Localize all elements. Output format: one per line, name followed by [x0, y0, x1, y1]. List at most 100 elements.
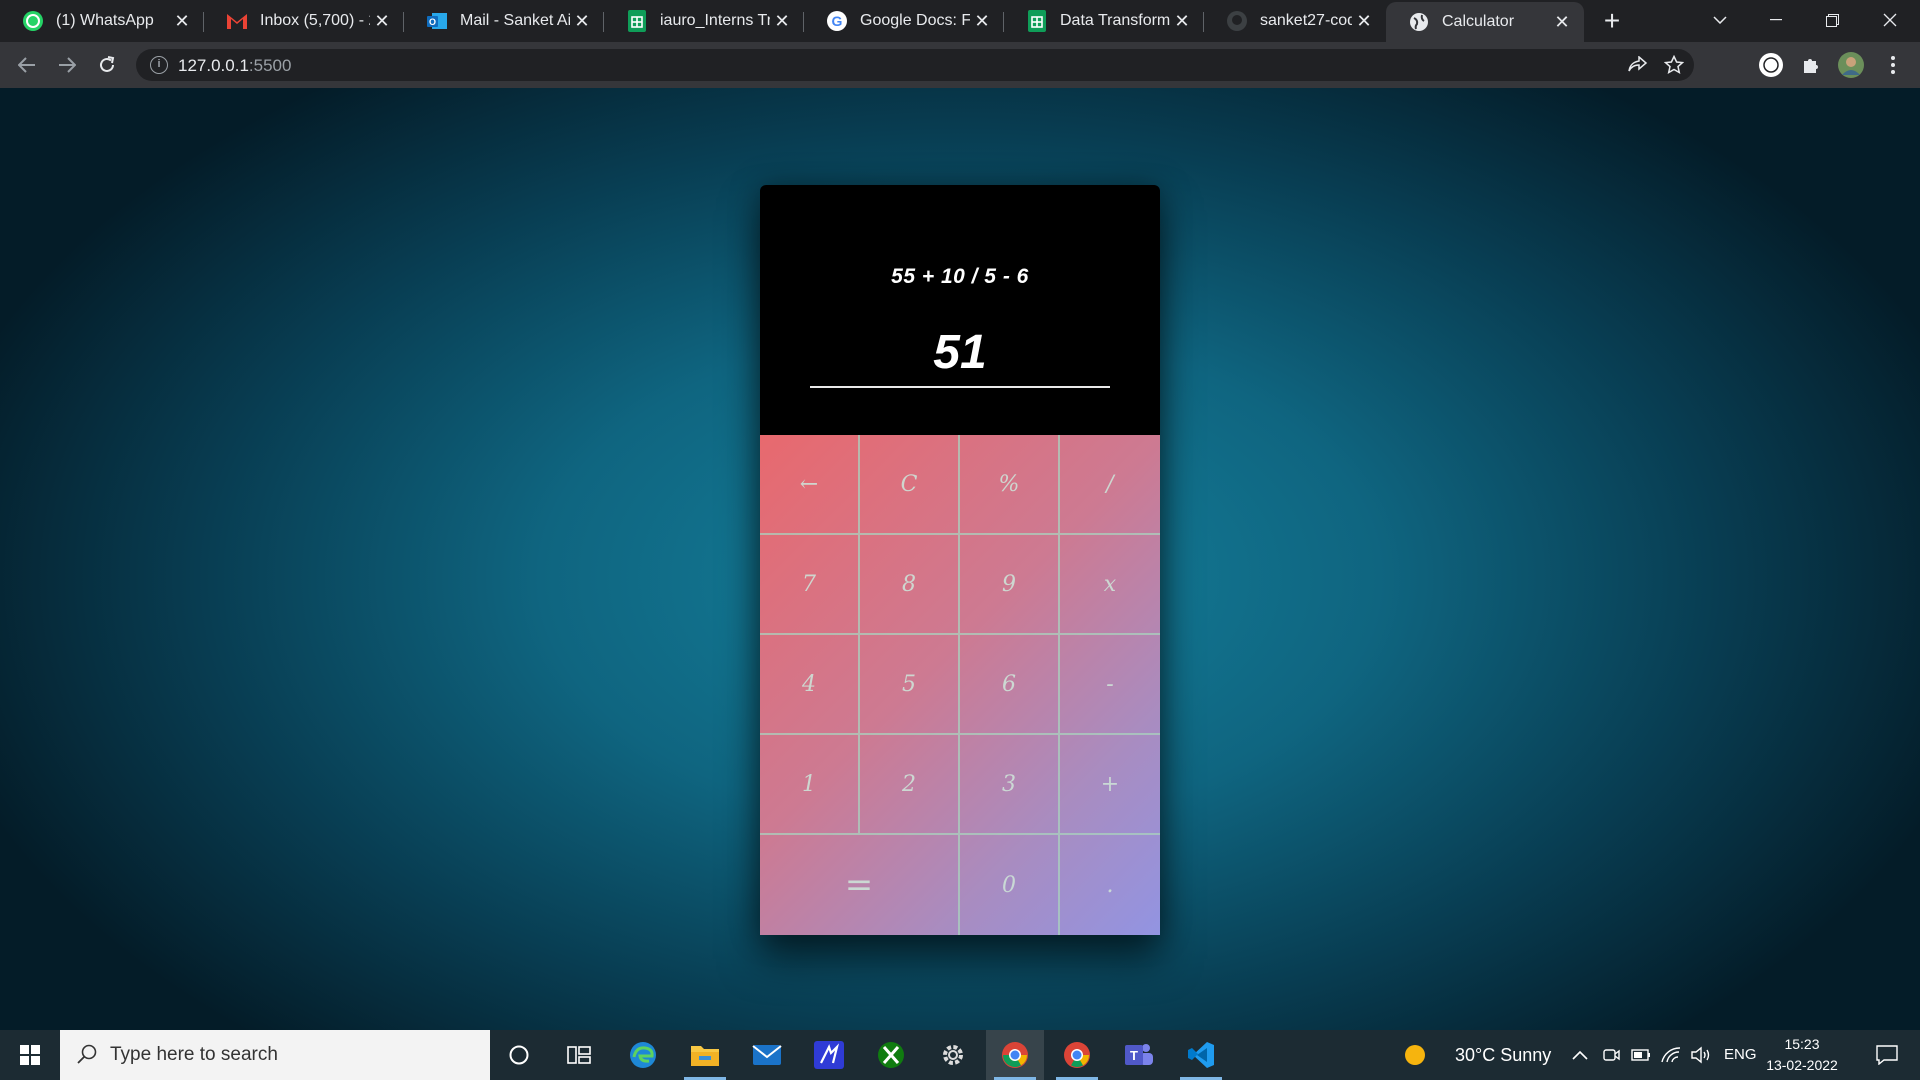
- chevron-up-icon[interactable]: [1567, 1030, 1593, 1080]
- browser-menu-icon[interactable]: [1878, 50, 1908, 80]
- digit-9-button[interactable]: 9: [960, 535, 1060, 635]
- close-icon[interactable]: ✕: [770, 9, 794, 33]
- taskbar-search-box[interactable]: Type here to search: [60, 1030, 490, 1080]
- tab-data-transformation[interactable]: Data Transformat ✕: [1004, 0, 1204, 42]
- tab-title: sanket27-code/ia: [1260, 12, 1352, 29]
- percent-button[interactable]: %: [960, 435, 1060, 535]
- close-icon[interactable]: ✕: [570, 9, 594, 33]
- tab-title: Google Docs: Fre: [860, 12, 970, 29]
- close-icon[interactable]: ✕: [970, 9, 994, 33]
- sheets-icon: [1026, 10, 1048, 32]
- close-icon[interactable]: ✕: [170, 9, 194, 33]
- digit-0-button[interactable]: 0: [960, 835, 1060, 935]
- svg-text:O: O: [429, 17, 436, 27]
- digit-3-button[interactable]: 3: [960, 735, 1060, 835]
- bookmark-star-icon[interactable]: [1662, 53, 1686, 77]
- windows-logo-icon: [20, 1045, 40, 1065]
- result-underline: [810, 386, 1110, 388]
- whatsapp-icon: [22, 10, 44, 32]
- digit-2-button[interactable]: 2: [860, 735, 960, 835]
- clock-date: 13-02-2022: [1766, 1057, 1838, 1073]
- tab-github[interactable]: sanket27-code/ia ✕: [1204, 0, 1386, 42]
- close-icon[interactable]: ✕: [370, 9, 394, 33]
- tab-title: Data Transformat: [1060, 12, 1170, 29]
- subtract-button[interactable]: -: [1060, 635, 1160, 735]
- weather-sun-icon[interactable]: [1400, 1030, 1430, 1080]
- vscode-icon[interactable]: [1172, 1030, 1230, 1080]
- tab-search-chevron-icon[interactable]: [1692, 0, 1748, 40]
- tab-calculator[interactable]: Calculator ✕: [1386, 2, 1584, 42]
- close-window-button[interactable]: [1862, 0, 1918, 40]
- teams-icon[interactable]: T: [1110, 1030, 1168, 1080]
- digit-4-button[interactable]: 4: [760, 635, 860, 735]
- address-url: 127.0.0.1:5500: [178, 56, 292, 75]
- add-button[interactable]: +: [1060, 735, 1160, 835]
- calculator: 55 + 10 / 5 - 6 51 ← C % / 7 8 9 x 4 5 6…: [760, 185, 1160, 935]
- cortana-icon[interactable]: [490, 1030, 548, 1080]
- calculator-display: 55 + 10 / 5 - 6 51: [760, 185, 1160, 435]
- address-bar[interactable]: i 127.0.0.1:5500: [136, 49, 1694, 81]
- minimize-button[interactable]: [1748, 0, 1804, 40]
- gmail-icon: [226, 10, 248, 32]
- tab-whatsapp[interactable]: (1) WhatsApp ✕: [0, 0, 204, 42]
- tab-gmail[interactable]: Inbox (5,700) - 20 ✕: [204, 0, 404, 42]
- edge-icon[interactable]: [614, 1030, 672, 1080]
- digit-1-button[interactable]: 1: [760, 735, 860, 835]
- reload-button[interactable]: [92, 50, 122, 80]
- outlook-icon: O: [426, 10, 448, 32]
- chrome-profile-icon[interactable]: [1048, 1030, 1106, 1080]
- close-icon[interactable]: ✕: [1170, 9, 1194, 33]
- close-icon[interactable]: ✕: [1352, 9, 1376, 33]
- weather-text[interactable]: 30°C Sunny: [1455, 1045, 1551, 1066]
- affinity-app-icon[interactable]: [800, 1030, 858, 1080]
- file-explorer-icon[interactable]: [676, 1030, 734, 1080]
- chrome-icon[interactable]: [986, 1030, 1044, 1080]
- wifi-icon[interactable]: [1658, 1030, 1684, 1080]
- divide-button[interactable]: /: [1060, 435, 1160, 535]
- close-icon[interactable]: ✕: [1550, 10, 1574, 34]
- tab-google-docs[interactable]: G Google Docs: Fre ✕: [804, 0, 1004, 42]
- forward-button[interactable]: [52, 50, 82, 80]
- clear-button[interactable]: C: [860, 435, 960, 535]
- calculator-keypad: ← C % / 7 8 9 x 4 5 6 - 1 2 3 + = 0 .: [760, 435, 1160, 935]
- multiply-button[interactable]: x: [1060, 535, 1160, 635]
- tab-outlook-mail[interactable]: O Mail - Sanket Ain ✕: [404, 0, 604, 42]
- tab-interns-sheet[interactable]: iauro_Interns Trai ✕: [604, 0, 804, 42]
- back-button[interactable]: [12, 50, 42, 80]
- backspace-button[interactable]: ←: [760, 435, 860, 535]
- digit-6-button[interactable]: 6: [960, 635, 1060, 735]
- language-indicator[interactable]: ENG: [1724, 1046, 1757, 1063]
- digit-7-button[interactable]: 7: [760, 535, 860, 635]
- site-info-icon[interactable]: i: [150, 56, 168, 74]
- tab-title: Inbox (5,700) - 20: [260, 12, 370, 29]
- extensions-puzzle-icon[interactable]: [1796, 50, 1826, 80]
- extension-circle-icon[interactable]: [1756, 50, 1786, 80]
- search-icon: [76, 1043, 98, 1070]
- digit-8-button[interactable]: 8: [860, 535, 960, 635]
- decimal-button[interactable]: .: [1060, 835, 1160, 935]
- mail-icon[interactable]: [738, 1030, 796, 1080]
- browser-tab-strip: (1) WhatsApp ✕ Inbox (5,700) - 20 ✕ O Ma…: [0, 0, 1920, 42]
- xbox-icon[interactable]: [862, 1030, 920, 1080]
- battery-icon[interactable]: [1628, 1030, 1654, 1080]
- notification-icon[interactable]: [1862, 1030, 1912, 1080]
- meet-now-icon[interactable]: [1598, 1030, 1624, 1080]
- windows-start-button[interactable]: [0, 1030, 60, 1080]
- digit-5-button[interactable]: 5: [860, 635, 960, 735]
- volume-icon[interactable]: [1688, 1030, 1714, 1080]
- restore-button[interactable]: [1804, 0, 1860, 40]
- equals-button[interactable]: =: [760, 835, 960, 935]
- settings-gear-icon[interactable]: [924, 1030, 982, 1080]
- new-tab-button[interactable]: +: [1597, 6, 1627, 36]
- task-view-icon[interactable]: [550, 1030, 608, 1080]
- tab-title: (1) WhatsApp: [56, 12, 154, 29]
- github-icon: [1226, 10, 1248, 32]
- sheets-icon: [626, 10, 648, 32]
- svg-text:G: G: [832, 13, 843, 29]
- windows-taskbar: Type here to search T 30°C Sunny ENG 15:…: [0, 1030, 1920, 1080]
- profile-avatar[interactable]: [1836, 50, 1866, 80]
- clock[interactable]: 15:23 13-02-2022: [1762, 1034, 1842, 1076]
- browser-toolbar: i 127.0.0.1:5500: [0, 42, 1920, 88]
- tab-title: Mail - Sanket Ain: [460, 12, 570, 29]
- share-icon[interactable]: [1626, 53, 1650, 77]
